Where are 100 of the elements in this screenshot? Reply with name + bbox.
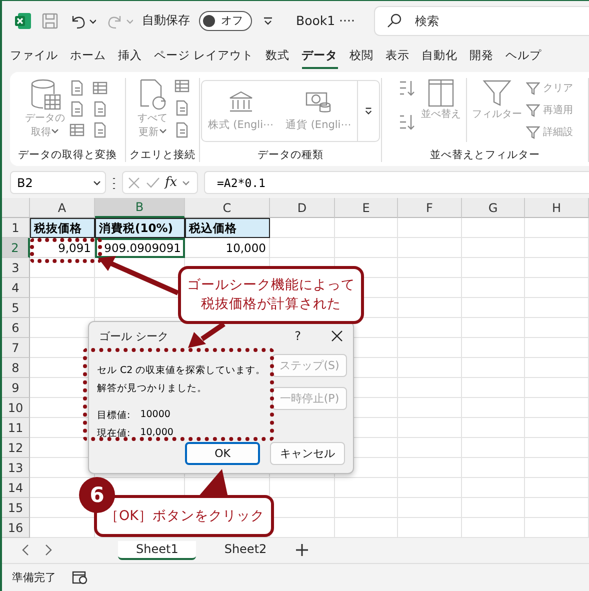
grid-cell[interactable] xyxy=(398,218,462,238)
grid-cell[interactable] xyxy=(462,478,525,498)
grid-cell[interactable] xyxy=(525,298,589,318)
grid-cell[interactable] xyxy=(398,338,462,358)
table-cell[interactable]: 消費税(10%) xyxy=(95,218,185,238)
grid-cell[interactable] xyxy=(525,378,589,398)
save-icon[interactable] xyxy=(41,12,59,30)
table-cell[interactable]: 9,091 xyxy=(30,238,95,258)
sort-ascending-icon[interactable] xyxy=(397,78,417,98)
grid-cell[interactable] xyxy=(525,258,589,278)
grid-cell[interactable] xyxy=(270,218,335,238)
row-header[interactable]: 16 xyxy=(2,518,30,538)
ribbon-tab[interactable]: ホーム xyxy=(70,44,106,68)
grid-cell[interactable] xyxy=(525,238,589,258)
grid-cell[interactable] xyxy=(335,218,398,238)
grid-cell[interactable] xyxy=(525,518,589,538)
column-header[interactable]: G xyxy=(462,198,525,218)
grid-cell[interactable] xyxy=(335,478,398,498)
select-all-corner[interactable] xyxy=(2,198,30,218)
row-header[interactable]: 14 xyxy=(2,478,30,498)
grid-cell[interactable] xyxy=(462,318,525,338)
grid-cell[interactable] xyxy=(398,238,462,258)
row-header[interactable]: 7 xyxy=(2,338,30,358)
column-header[interactable]: C xyxy=(185,198,270,218)
close-icon[interactable] xyxy=(331,330,343,342)
ribbon-tab[interactable]: ファイル xyxy=(10,44,58,68)
sort-descending-icon[interactable] xyxy=(397,112,417,132)
grid-cell[interactable] xyxy=(270,238,335,258)
grid-cell[interactable] xyxy=(525,278,589,298)
grid-cell[interactable] xyxy=(398,358,462,378)
grid-cell[interactable] xyxy=(398,478,462,498)
grid-cell[interactable] xyxy=(462,458,525,478)
grid-cell[interactable] xyxy=(335,238,398,258)
row-header[interactable]: 1 xyxy=(2,218,30,238)
name-box[interactable]: B2 xyxy=(10,171,106,194)
grid-cell[interactable] xyxy=(525,458,589,478)
grid-cell[interactable] xyxy=(525,318,589,338)
sheet-tab[interactable]: Sheet1 xyxy=(118,540,196,560)
search-field[interactable]: 検索 xyxy=(374,6,589,36)
table-cell[interactable]: 税抜価格 xyxy=(30,218,95,238)
grid-cell[interactable] xyxy=(525,478,589,498)
column-header[interactable]: H xyxy=(525,198,589,218)
row-header[interactable]: 4 xyxy=(2,278,30,298)
grid-cell[interactable] xyxy=(525,498,589,518)
grid-cell[interactable] xyxy=(525,358,589,378)
grid-cell[interactable] xyxy=(398,318,462,338)
grid-cell[interactable] xyxy=(398,498,462,518)
row-header[interactable]: 2 xyxy=(2,238,30,258)
grid-cell[interactable] xyxy=(525,398,589,418)
cancel-button[interactable]: キャンセル xyxy=(270,442,345,465)
grid-cell[interactable] xyxy=(462,518,525,538)
grid-cell[interactable] xyxy=(462,218,525,238)
table-cell[interactable]: 税込価格 xyxy=(185,218,270,238)
grid-cell[interactable] xyxy=(462,418,525,438)
table-cell[interactable]: 909.0909091 xyxy=(95,238,185,258)
ribbon-tab[interactable]: 挿入 xyxy=(118,44,142,68)
grid-cell[interactable] xyxy=(525,338,589,358)
column-header[interactable]: B xyxy=(95,198,185,218)
sheet-tab[interactable]: Sheet2 xyxy=(206,540,285,560)
ribbon-tab[interactable]: 自動化 xyxy=(422,44,458,68)
grid-cell[interactable] xyxy=(462,438,525,458)
grid-cell[interactable] xyxy=(398,298,462,318)
ribbon-tab[interactable]: 開発 xyxy=(470,44,494,68)
row-header[interactable]: 13 xyxy=(2,458,30,478)
ribbon-tab[interactable]: 表示 xyxy=(386,44,410,68)
table-cell[interactable]: 10,000 xyxy=(185,238,270,258)
grid-cell[interactable] xyxy=(525,218,589,238)
ribbon-tab[interactable]: ヘルプ xyxy=(506,44,542,68)
column-header[interactable]: E xyxy=(335,198,398,218)
grid-cell[interactable] xyxy=(30,298,95,318)
formula-field[interactable]: =A2*0.1 xyxy=(204,171,589,194)
plus-icon[interactable] xyxy=(294,543,309,557)
grid-cell[interactable] xyxy=(270,478,335,498)
ribbon-tab[interactable]: データ xyxy=(302,44,338,68)
grid-cell[interactable] xyxy=(398,458,462,478)
ribbon-tab[interactable]: ページ レイアウト xyxy=(154,44,254,68)
grid-cell[interactable] xyxy=(462,378,525,398)
grid-cell[interactable] xyxy=(398,418,462,438)
grid-cell[interactable] xyxy=(30,258,95,278)
grid-cell[interactable] xyxy=(462,278,525,298)
grid-cell[interactable] xyxy=(335,498,398,518)
grid-cell[interactable] xyxy=(462,498,525,518)
grid-cell[interactable] xyxy=(398,258,462,278)
grid-cell[interactable] xyxy=(398,438,462,458)
grid-cell[interactable] xyxy=(462,338,525,358)
column-header[interactable]: D xyxy=(270,198,335,218)
column-header[interactable]: A xyxy=(30,198,95,218)
row-header[interactable]: 3 xyxy=(2,258,30,278)
help-button[interactable]: ? xyxy=(294,329,301,343)
ribbon-tab[interactable]: 校閲 xyxy=(350,44,374,68)
grid-cell[interactable] xyxy=(398,278,462,298)
grid-cell[interactable] xyxy=(30,278,95,298)
autosave-toggle[interactable]: オフ xyxy=(199,10,252,30)
grid-cell[interactable] xyxy=(398,518,462,538)
grid-cell[interactable] xyxy=(525,418,589,438)
grid-cell[interactable] xyxy=(462,358,525,378)
grid-cell[interactable] xyxy=(525,438,589,458)
dropdown-icon[interactable] xyxy=(261,14,275,26)
row-header[interactable]: 8 xyxy=(2,358,30,378)
grid-cell[interactable] xyxy=(462,298,525,318)
